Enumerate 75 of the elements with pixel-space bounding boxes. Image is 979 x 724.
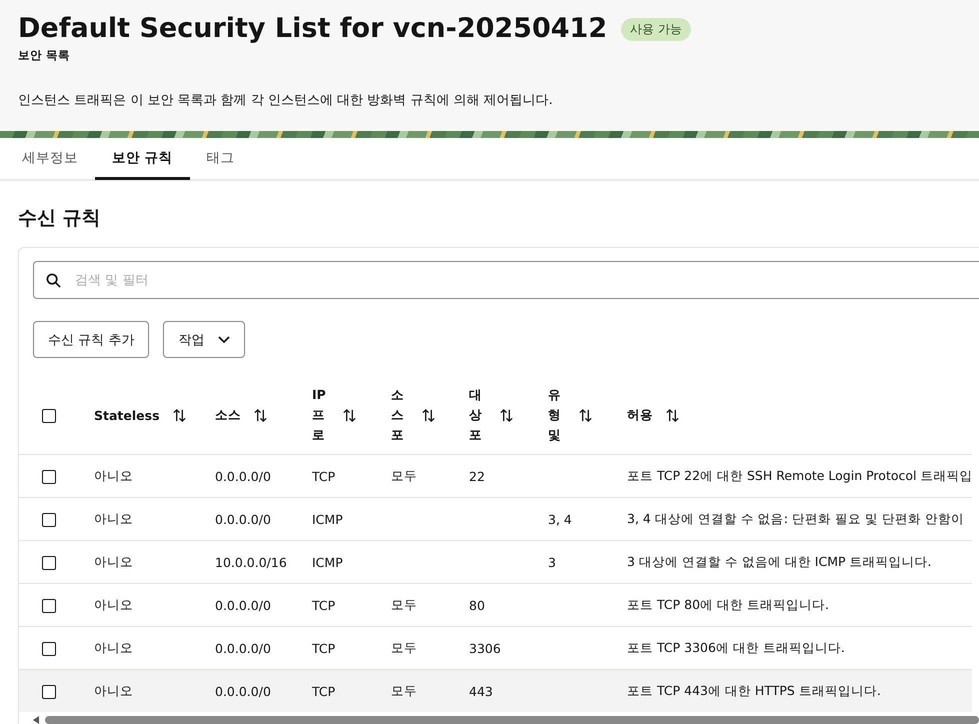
column-header[interactable]: 소스: [215, 406, 241, 424]
column-header[interactable]: Stateless: [94, 408, 160, 422]
table-row[interactable]: 아니오 0.0.0.0/0 TCP 모두 80 포트 TCP 80에 대한 트래픽입니다.: [19, 584, 972, 626]
horizontal-scrollbar[interactable]: [33, 714, 979, 724]
table-cell: 포트 TCP 443에 대한 HTTPS 트래픽입니다.: [627, 682, 881, 698]
table-cell: 0.0.0.0/0: [215, 468, 271, 484]
table-cell: 80: [469, 598, 485, 612]
table-cell: 10.0.0.0/16: [215, 554, 287, 570]
sort-icon[interactable]: [253, 408, 268, 422]
table-cell: 3, 4: [548, 512, 572, 526]
table-cell: 아니오: [94, 468, 133, 482]
checkbox[interactable]: [42, 512, 56, 527]
search-icon: [46, 272, 61, 288]
page-subtitle: 보안 목록: [18, 48, 72, 63]
column-header[interactable]: 대상 포: [469, 385, 486, 445]
table-cell: 모두: [391, 596, 417, 612]
checkbox[interactable]: [42, 642, 56, 656]
table-cell: 아니오: [94, 682, 133, 698]
add-rule-button[interactable]: 수신 규칙 추가: [33, 321, 150, 358]
table-cell: 포트 TCP 3306에 대한 트래픽입니다.: [627, 640, 845, 654]
sort-icon[interactable]: [498, 408, 514, 422]
search-field[interactable]: 검색 및 필터: [33, 261, 979, 299]
sort-icon[interactable]: [420, 408, 436, 422]
table-row[interactable]: 아니오 10.0.0.0/16 ICMP 3 3 대상에 연결할 수 없음에 대한 ICMP 트래픽입니다.: [19, 540, 972, 584]
checkbox[interactable]: [42, 556, 56, 570]
page-title: Default Security List for vcn-20250412: [18, 12, 608, 46]
section-title: 수신 규칙: [18, 206, 102, 231]
table-cell: ICMP: [312, 554, 343, 570]
checkbox[interactable]: [42, 408, 56, 423]
column-header[interactable]: 허용: [627, 406, 653, 424]
table-cell: 443: [469, 684, 493, 698]
table-cell: 아니오: [94, 640, 133, 654]
table-cell: 3 대상에 연결할 수 없음에 대한 ICMP 트래픽입니다.: [627, 554, 932, 568]
checkbox[interactable]: [42, 684, 56, 699]
column-header[interactable]: 소스 포: [391, 385, 408, 445]
table-cell: 아니오: [94, 510, 133, 526]
checkbox[interactable]: [42, 598, 56, 613]
tab[interactable]: 태그: [190, 138, 252, 180]
column-header[interactable]: 유형 및: [548, 385, 566, 445]
table-cell: 아니오: [94, 554, 133, 568]
table-cell: TCP: [312, 468, 336, 484]
table-cell: TCP: [312, 598, 336, 612]
table-cell: 0.0.0.0/0: [215, 512, 271, 526]
table-cell: 3306: [469, 640, 501, 656]
table-cell: 아니오: [94, 596, 133, 612]
status-badge: 사용 가능: [621, 18, 691, 40]
table-cell: 0.0.0.0/0: [215, 640, 271, 656]
chevron-down-icon: [218, 336, 230, 344]
table-row[interactable]: 아니오 0.0.0.0/0 TCP 모두 22 포트 TCP 22에 대한 SSH Remote Login Protocol 트래픽입: [19, 454, 972, 498]
scroll-left-icon[interactable]: [33, 716, 39, 724]
sort-icon[interactable]: [172, 408, 187, 422]
table-cell: 3: [548, 554, 556, 570]
table-cell: 0.0.0.0/0: [215, 684, 271, 698]
sort-icon[interactable]: [578, 408, 592, 422]
table-cell: 3, 4 대상에 연결할 수 없음: 단편화 필요 및 단편화 안함이: [627, 510, 964, 526]
sort-icon[interactable]: [342, 408, 356, 422]
description-text: 인스턴스 트래픽은 이 보안 목록과 함께 각 인스턴스에 대한 방화벽 규칙에 의해 제어됩니다.: [18, 92, 554, 109]
table-cell: 모두: [391, 682, 417, 698]
table-row[interactable]: 아니오 0.0.0.0/0 ICMP 3, 4 3, 4 대상에 연결할 수 없음: 단편화 필요 및 단편화 안함이: [19, 498, 972, 540]
table-cell: TCP: [312, 684, 336, 698]
table-cell: 0.0.0.0/0: [215, 598, 271, 612]
search-input[interactable]: 검색 및 필터: [73, 272, 967, 288]
table-cell: ICMP: [312, 512, 343, 526]
checkbox[interactable]: [42, 470, 56, 484]
sort-icon[interactable]: [665, 408, 680, 422]
actions-menu-button[interactable]: 작업: [163, 321, 246, 358]
table-cell: 포트 TCP 80에 대한 트래픽입니다.: [627, 596, 829, 612]
table-cell: TCP: [312, 640, 336, 656]
tab[interactable]: 보안 규칙: [95, 138, 190, 180]
table-cell: 모두: [391, 468, 417, 482]
table-cell: 22: [469, 468, 485, 484]
table-cell: 모두: [391, 640, 417, 654]
column-header[interactable]: IP 프로: [312, 385, 330, 445]
tab[interactable]: 세부정보: [5, 138, 95, 180]
table-cell: 포트 TCP 22에 대한 SSH Remote Login Protocol 트래픽입: [627, 468, 972, 482]
